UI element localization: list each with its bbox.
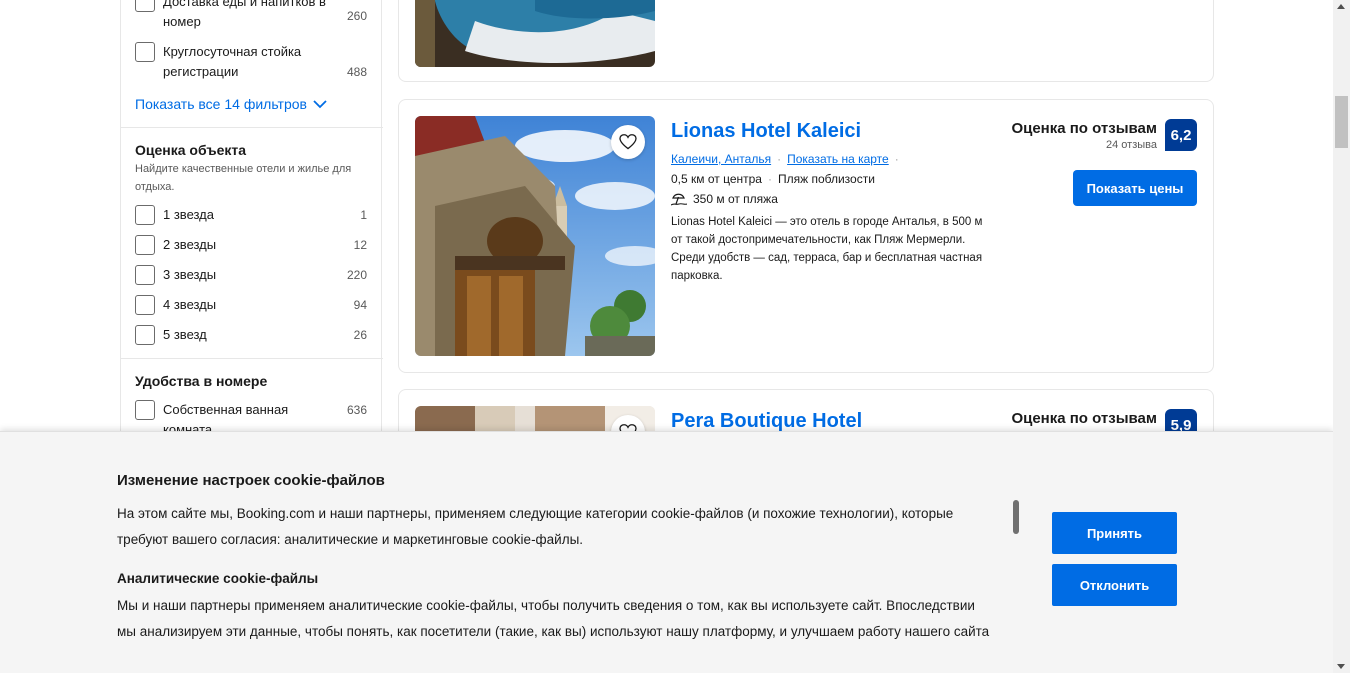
hotel-description: Lionas Hotel Kaleici — это отель в город… [671, 216, 983, 282]
search-results-page: Доставка еды и напитков в номер 260 Круг… [0, 0, 1350, 673]
cookie-consent-banner: Изменение настроек cookie-файлов На этом… [0, 431, 1333, 673]
location-link[interactable]: Калеичи, Анталья [671, 152, 771, 166]
filter-label: 1 звезда [163, 207, 214, 222]
filter-label: 3 звезды [163, 267, 217, 282]
hotel-card[interactable]: Lionas Hotel Kaleici Калеичи, Анталья · … [398, 99, 1214, 373]
filter-count: 26 [353, 328, 367, 342]
center-distance: 0,5 км от центра [671, 172, 762, 186]
filter-24h-reception[interactable]: Круглосуточная стойка регистрации 488 [135, 42, 367, 82]
filter-3-stars[interactable]: 3 звезды 220 [135, 265, 367, 285]
separator-dot: · [894, 152, 899, 166]
filter-count: 12 [353, 238, 367, 252]
filter-count: 94 [353, 298, 367, 312]
review-count: 24 отзыва [1106, 139, 1157, 151]
review-score-label: Оценка по отзывам [1011, 120, 1157, 137]
filter-label: Круглосуточная стойка регистрации [163, 44, 302, 79]
separator-dot: · [777, 152, 782, 166]
beach-distance: 350 м от пляжа [693, 192, 778, 206]
accept-button[interactable]: Принять [1052, 512, 1177, 554]
filter-count: 636 [346, 403, 367, 417]
beach-distance-row: 350 м от пляжа [671, 192, 778, 206]
checkbox[interactable] [135, 235, 155, 255]
show-all-filters-link[interactable]: Показать все 14 фильтров [135, 96, 327, 112]
separator-dot: · [767, 172, 772, 186]
review-score-label: Оценка по отзывам [1011, 410, 1157, 427]
filter-1-star[interactable]: 1 звезда 1 [135, 205, 367, 225]
room-photo-image [415, 0, 655, 67]
reject-button[interactable]: Отклонить [1052, 564, 1177, 606]
filter-count: 1 [360, 208, 367, 222]
rating-group-title: Оценка объекта [135, 142, 247, 158]
filter-2-stars[interactable]: 2 звезды 12 [135, 235, 367, 255]
review-score-badge: 6,2 [1165, 119, 1197, 151]
hotel-name-link[interactable]: Lionas Hotel Kaleici [671, 120, 861, 143]
checkbox[interactable] [135, 265, 155, 285]
checkbox[interactable] [135, 42, 155, 62]
filter-count: 488 [346, 65, 367, 79]
filter-5-stars[interactable]: 5 звезд 26 [135, 325, 367, 345]
filter-room-service[interactable]: Доставка еды и напитков в номер 260 [135, 0, 367, 32]
scroll-up-icon[interactable] [1337, 4, 1345, 9]
hotel-photo[interactable] [415, 0, 655, 67]
heart-icon [619, 134, 637, 150]
cookie-text-line: мы анализируем эти данные, чтобы понять,… [117, 624, 990, 639]
cookie-title: Изменение настроек cookie-файлов [117, 472, 385, 489]
beach-icon [671, 193, 687, 206]
checkbox[interactable] [135, 325, 155, 345]
checkbox[interactable] [135, 205, 155, 225]
room-group-title: Удобства в номере [135, 373, 268, 389]
rating-group-description: Найдите качественные отели и жилье для о… [135, 163, 352, 193]
divider [121, 127, 383, 128]
hotel-location: Калеичи, Анталья · Показать на карте · [671, 152, 899, 166]
filter-label: 4 звезды [163, 297, 217, 312]
filter-4-stars[interactable]: 4 звезды 94 [135, 295, 367, 315]
chevron-down-icon [313, 100, 327, 109]
filter-count: 260 [346, 9, 367, 23]
scroll-down-icon[interactable] [1337, 664, 1345, 669]
filter-label: 5 звезд [163, 327, 207, 342]
show-prices-button[interactable]: Показать цены [1073, 170, 1197, 206]
checkbox[interactable] [135, 0, 155, 12]
checkbox[interactable] [135, 295, 155, 315]
cookie-text-scrollbar[interactable] [1013, 500, 1019, 534]
page-scrollbar[interactable] [1333, 0, 1350, 673]
hotel-name-link[interactable]: Pera Boutique Hotel [671, 410, 862, 433]
show-all-label: Показать все 14 фильтров [135, 96, 307, 112]
cookie-text-line: Мы и наши партнеры применяем аналитическ… [117, 598, 975, 613]
divider [121, 358, 383, 359]
filter-count: 220 [346, 268, 367, 282]
beach-tag: Пляж поблизости [777, 172, 875, 186]
cookie-text-line: На этом сайте мы, Booking.com и наши пар… [117, 506, 954, 521]
scrollbar-thumb[interactable] [1335, 96, 1348, 148]
cookie-analytics-title: Аналитические cookie-файлы [117, 571, 319, 586]
hotel-card-previous[interactable] [398, 0, 1214, 82]
show-on-map-link[interactable]: Показать на карте [787, 152, 889, 166]
checkbox[interactable] [135, 400, 155, 420]
filter-label: 2 звезды [163, 237, 217, 252]
hotel-distance-row: 0,5 км от центра · Пляж поблизости [671, 172, 875, 186]
cookie-text-line: требуют вашего согласия: аналитические и… [117, 532, 584, 547]
filter-label: Доставка еды и напитков в номер [163, 0, 326, 29]
favorite-button[interactable] [611, 125, 645, 159]
